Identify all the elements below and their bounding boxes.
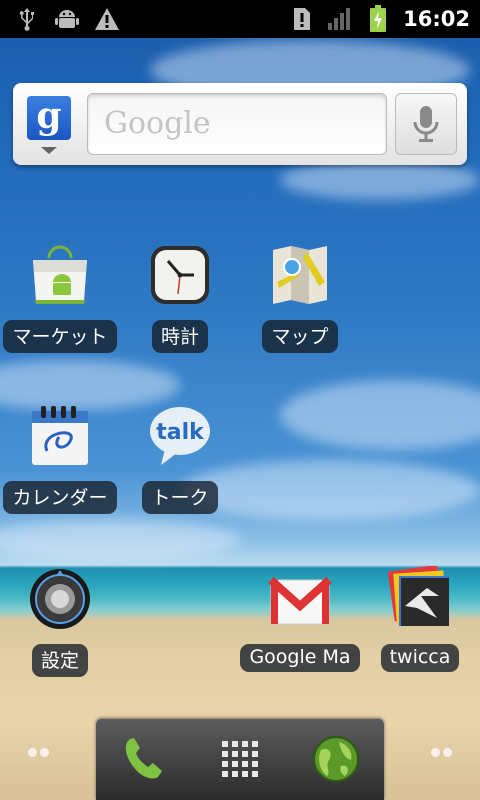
voice-search-button[interactable] (395, 93, 457, 155)
page-indicator-left[interactable] (28, 748, 49, 757)
app-label: マーケット (3, 320, 117, 353)
clock-icon (147, 242, 213, 308)
twicca-icon (387, 564, 453, 632)
talk-icon: talk (147, 403, 213, 469)
status-time: 16:02 (403, 7, 470, 31)
settings-icon (27, 566, 93, 632)
app-gmail[interactable]: Google Ma (240, 564, 360, 694)
dock (96, 719, 384, 800)
app-settings[interactable]: 設定 (0, 564, 120, 694)
android-debug-icon (54, 6, 80, 32)
app-drawer-icon[interactable] (210, 729, 270, 789)
google-logo-icon[interactable]: g (27, 96, 71, 140)
talk-icon-text: talk (156, 420, 205, 445)
market-icon (27, 242, 93, 308)
calendar-icon (27, 403, 93, 469)
app-clock[interactable]: 時計 (120, 240, 240, 370)
usb-icon (14, 6, 40, 32)
search-input[interactable]: Google (87, 93, 387, 155)
page-indicator-right[interactable] (431, 748, 452, 757)
app-twicca[interactable]: twicca (360, 564, 480, 694)
app-market[interactable]: マーケット (0, 240, 120, 370)
app-label: twicca (380, 644, 460, 672)
status-bar: 16:02 (0, 0, 480, 38)
google-search-widget[interactable]: g Google (13, 83, 467, 165)
app-calendar[interactable]: カレンダー (0, 401, 120, 531)
chevron-down-icon (41, 147, 57, 154)
gmail-icon (267, 566, 333, 632)
sim-alert-icon (289, 6, 315, 32)
app-label: 時計 (151, 320, 208, 353)
app-talk[interactable]: talk トーク (120, 401, 240, 531)
phone-icon[interactable] (114, 729, 174, 789)
app-label: マップ (262, 320, 338, 353)
browser-icon[interactable] (306, 729, 366, 789)
battery-charging-icon (365, 5, 391, 32)
warning-icon (94, 6, 120, 32)
app-maps[interactable]: マップ (240, 240, 360, 370)
app-label: カレンダー (3, 481, 117, 514)
app-label: 設定 (31, 644, 88, 677)
microphone-icon (413, 106, 439, 142)
app-label: Google Ma (240, 644, 360, 672)
app-label: トーク (142, 481, 218, 514)
maps-icon (267, 242, 333, 308)
signal-icon (327, 6, 353, 32)
